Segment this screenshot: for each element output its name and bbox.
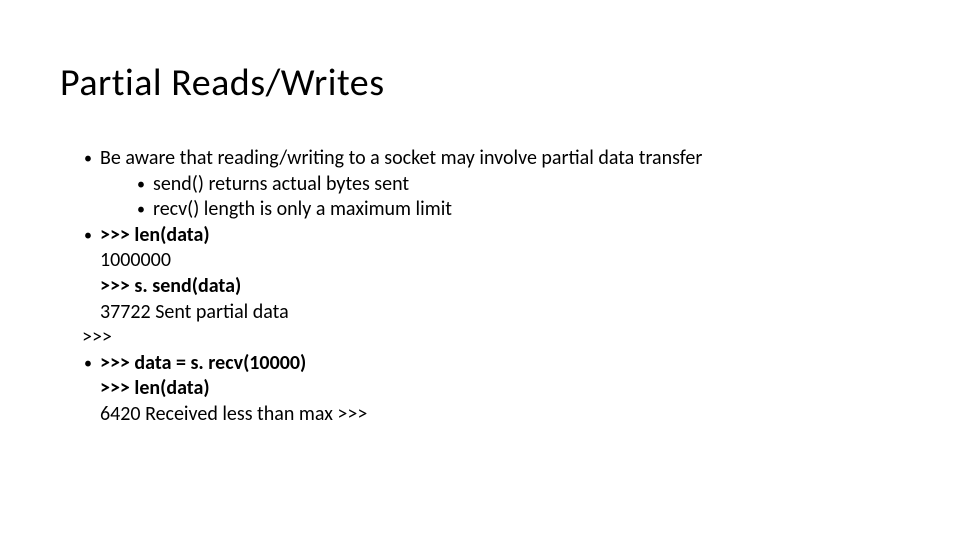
bullet-item-2: • >>> len(data) [82,223,900,249]
code-line: >>> len(data) [100,376,900,402]
bullet-text: recv() length is only a maximum limit [153,197,452,223]
bullet-text: >>> len(data) [100,223,210,249]
bullet-dot-icon: • [82,351,100,377]
slide-title: Partial Reads/Writes [60,60,900,106]
bullet-dot-icon: • [135,197,153,223]
code-line: 6420 Received less than max >>> [100,402,900,428]
bullet-item-1b: • recv() length is only a maximum limit [135,197,900,223]
bullet-dot-icon: • [82,146,100,172]
slide-body: • Be aware that reading/writing to a soc… [60,146,900,428]
bullet-item-1a: • send() returns actual bytes sent [135,172,900,198]
bullet-dot-icon: • [135,172,153,198]
bullet-item-3: • >>> data = s. recv(10000) [82,351,900,377]
code-line: 1000000 [100,248,900,274]
bullet-dot-icon: • [82,223,100,249]
code-line: 37722 Sent partial data [100,300,900,326]
bullet-text: send() returns actual bytes sent [153,172,409,198]
bullet-text: >>> data = s. recv(10000) [100,351,306,377]
bullet-item-1: • Be aware that reading/writing to a soc… [82,146,900,172]
code-line: >>> [82,325,900,351]
code-line: >>> s. send(data) [100,274,900,300]
bullet-text: Be aware that reading/writing to a socke… [100,146,702,172]
